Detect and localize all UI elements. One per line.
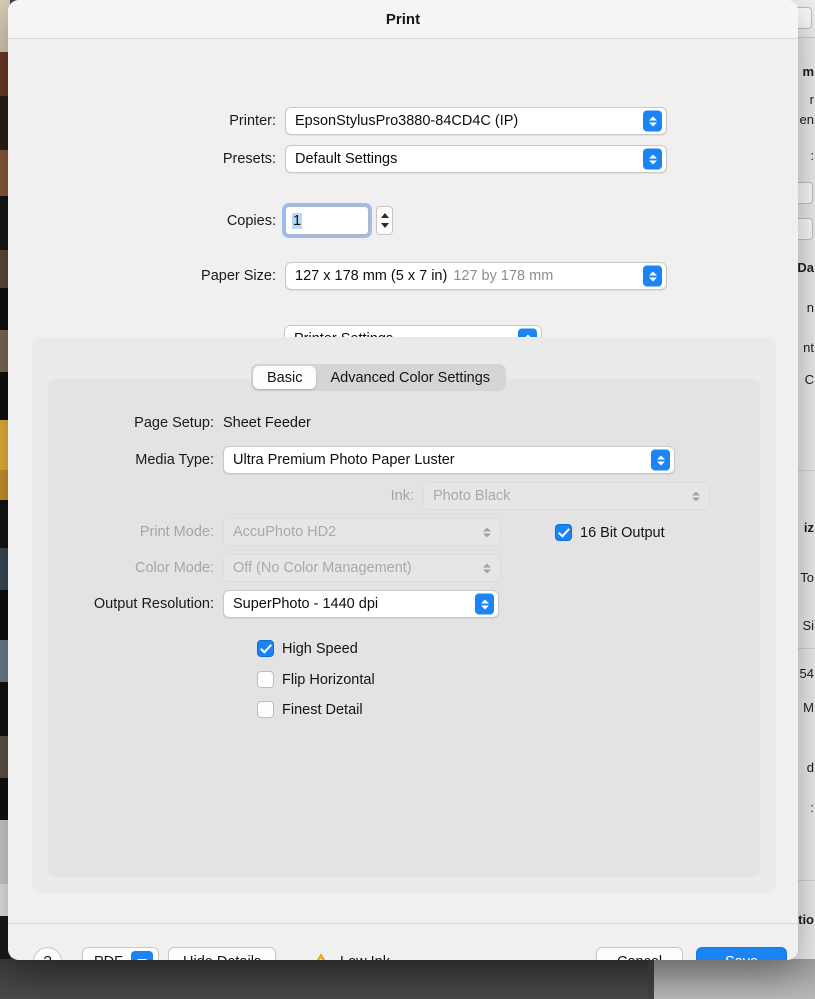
sixteen-bit-output-label: 16 Bit Output [580, 525, 665, 541]
hide-details-button[interactable]: Hide Details [168, 947, 276, 960]
background-text-fragment: Da [797, 260, 815, 275]
chevron-updown-icon [477, 522, 496, 543]
background-text-fragment: n [797, 300, 815, 315]
background-text-fragment: C [797, 372, 815, 387]
sixteen-bit-output-checkbox-row[interactable]: 16 Bit Output [555, 524, 665, 541]
chevron-updown-icon [643, 111, 662, 132]
media-type-select[interactable]: Ultra Premium Photo Paper Luster [223, 446, 675, 474]
printer-label: Printer: [8, 113, 285, 129]
chevron-down-icon[interactable] [131, 951, 153, 960]
chevron-updown-icon [686, 486, 705, 507]
ink-select: Photo Black [423, 482, 710, 510]
settings-tabs: Basic Advanced Color Settings [251, 364, 506, 391]
presets-label: Presets: [8, 151, 285, 167]
color-mode-value: Off (No Color Management) [233, 560, 412, 576]
ink-label: Ink: [280, 488, 423, 504]
media-type-value: Ultra Premium Photo Paper Luster [233, 452, 455, 468]
presets-select[interactable]: Default Settings [285, 145, 667, 173]
sixteen-bit-output-checkbox[interactable] [555, 524, 572, 541]
background-text-fragment: en [797, 112, 815, 127]
chevron-updown-icon [477, 558, 496, 579]
background-text-fragment: tio [797, 912, 815, 927]
copies-row: Copies: 1 [8, 206, 798, 235]
desktop-light-area [654, 959, 815, 999]
copies-label: Copies: [8, 213, 285, 229]
dialog-bottom-bar: ? PDF Hide Details Low Ink Cancel Save [8, 924, 798, 960]
paper-size-row: Paper Size: 127 x 178 mm (5 x 7 in) 127 … [8, 262, 798, 290]
output-resolution-select[interactable]: SuperPhoto - 1440 dpi [223, 590, 499, 618]
finest-detail-checkbox-row[interactable]: Finest Detail [257, 701, 363, 718]
output-resolution-value: SuperPhoto - 1440 dpi [233, 596, 378, 612]
flip-horizontal-checkbox-row[interactable]: Flip Horizontal [257, 671, 375, 688]
page-setup-label: Page Setup: [63, 415, 223, 431]
output-resolution-label: Output Resolution: [63, 596, 223, 612]
desktop-dark-area [0, 959, 648, 999]
background-text-fragment: r [797, 92, 815, 107]
media-type-label: Media Type: [63, 452, 223, 468]
background-text-fragment: m [797, 64, 815, 79]
color-mode-select: Off (No Color Management) [223, 554, 501, 582]
paper-size-label: Paper Size: [8, 268, 285, 284]
background-text-fragment: d [797, 760, 815, 775]
paper-size-select[interactable]: 127 x 178 mm (5 x 7 in) 127 by 178 mm [285, 262, 667, 290]
background-text-fragment: M [797, 700, 815, 715]
print-mode-label: Print Mode: [63, 524, 223, 540]
background-text-fragment: To [797, 570, 815, 585]
presets-row: Presets: Default Settings [8, 145, 798, 173]
page-setup-row: Page Setup: Sheet Feeder [63, 415, 311, 431]
high-speed-checkbox-row[interactable]: High Speed [257, 640, 358, 657]
printer-row: Printer: EpsonStylusPro3880-84CD4C (IP) [8, 107, 798, 135]
color-mode-row: Color Mode: Off (No Color Management) [63, 554, 501, 582]
printer-select[interactable]: EpsonStylusPro3880-84CD4C (IP) [285, 107, 667, 135]
page-setup-value: Sheet Feeder [223, 415, 311, 431]
paper-size-dimensions: 127 by 178 mm [453, 268, 553, 284]
ink-value: Photo Black [433, 488, 510, 504]
page-title: Print [386, 11, 420, 28]
output-resolution-row: Output Resolution: SuperPhoto - 1440 dpi [63, 590, 499, 618]
background-text-fragment: iz [797, 520, 815, 535]
print-mode-row: Print Mode: AccuPhoto HD2 [63, 518, 501, 546]
help-button[interactable]: ? [33, 947, 62, 960]
media-type-row: Media Type: Ultra Premium Photo Paper Lu… [63, 446, 675, 474]
chevron-updown-icon [651, 450, 670, 471]
cancel-button[interactable]: Cancel [596, 947, 683, 960]
background-text-fragment: Si [797, 618, 815, 633]
background-text-fragment: 54 [797, 666, 815, 681]
dialog-body: Printer: EpsonStylusPro3880-84CD4C (IP) … [8, 39, 798, 884]
color-mode-label: Color Mode: [63, 560, 223, 576]
tab-advanced-color-settings[interactable]: Advanced Color Settings [316, 366, 504, 389]
ink-row: Ink: Photo Black [280, 482, 710, 510]
flip-horizontal-checkbox[interactable] [257, 671, 274, 688]
dialog-titlebar: Print [8, 0, 798, 39]
high-speed-label: High Speed [282, 641, 358, 657]
print-mode-value: AccuPhoto HD2 [233, 524, 336, 540]
low-ink-label: Low Ink [340, 954, 390, 961]
pdf-button-label: PDF [94, 954, 123, 961]
presets-value: Default Settings [295, 151, 397, 167]
background-text-fragment: : [797, 800, 815, 815]
copies-stepper[interactable] [376, 206, 393, 235]
tab-basic[interactable]: Basic [253, 366, 316, 389]
copies-value: 1 [292, 213, 302, 229]
background-text-fragment: : [797, 148, 815, 163]
paper-size-value: 127 x 178 mm (5 x 7 in) [295, 268, 447, 284]
finest-detail-checkbox[interactable] [257, 701, 274, 718]
chevron-updown-icon [475, 594, 494, 615]
printer-value: EpsonStylusPro3880-84CD4C (IP) [295, 113, 518, 129]
chevron-updown-icon [643, 149, 662, 170]
flip-horizontal-label: Flip Horizontal [282, 672, 375, 688]
low-ink-status: Low Ink [311, 953, 390, 961]
copies-input[interactable]: 1 [285, 206, 369, 235]
print-dialog: Print Printer: EpsonStylusPro3880-84CD4C… [8, 0, 798, 960]
finest-detail-label: Finest Detail [282, 702, 363, 718]
warning-triangle-icon [311, 953, 331, 961]
save-button[interactable]: Save [696, 947, 787, 960]
high-speed-checkbox[interactable] [257, 640, 274, 657]
print-mode-select: AccuPhoto HD2 [223, 518, 501, 546]
background-text-fragment: nt [797, 340, 815, 355]
chevron-updown-icon [643, 266, 662, 287]
pdf-button[interactable]: PDF [82, 947, 159, 960]
